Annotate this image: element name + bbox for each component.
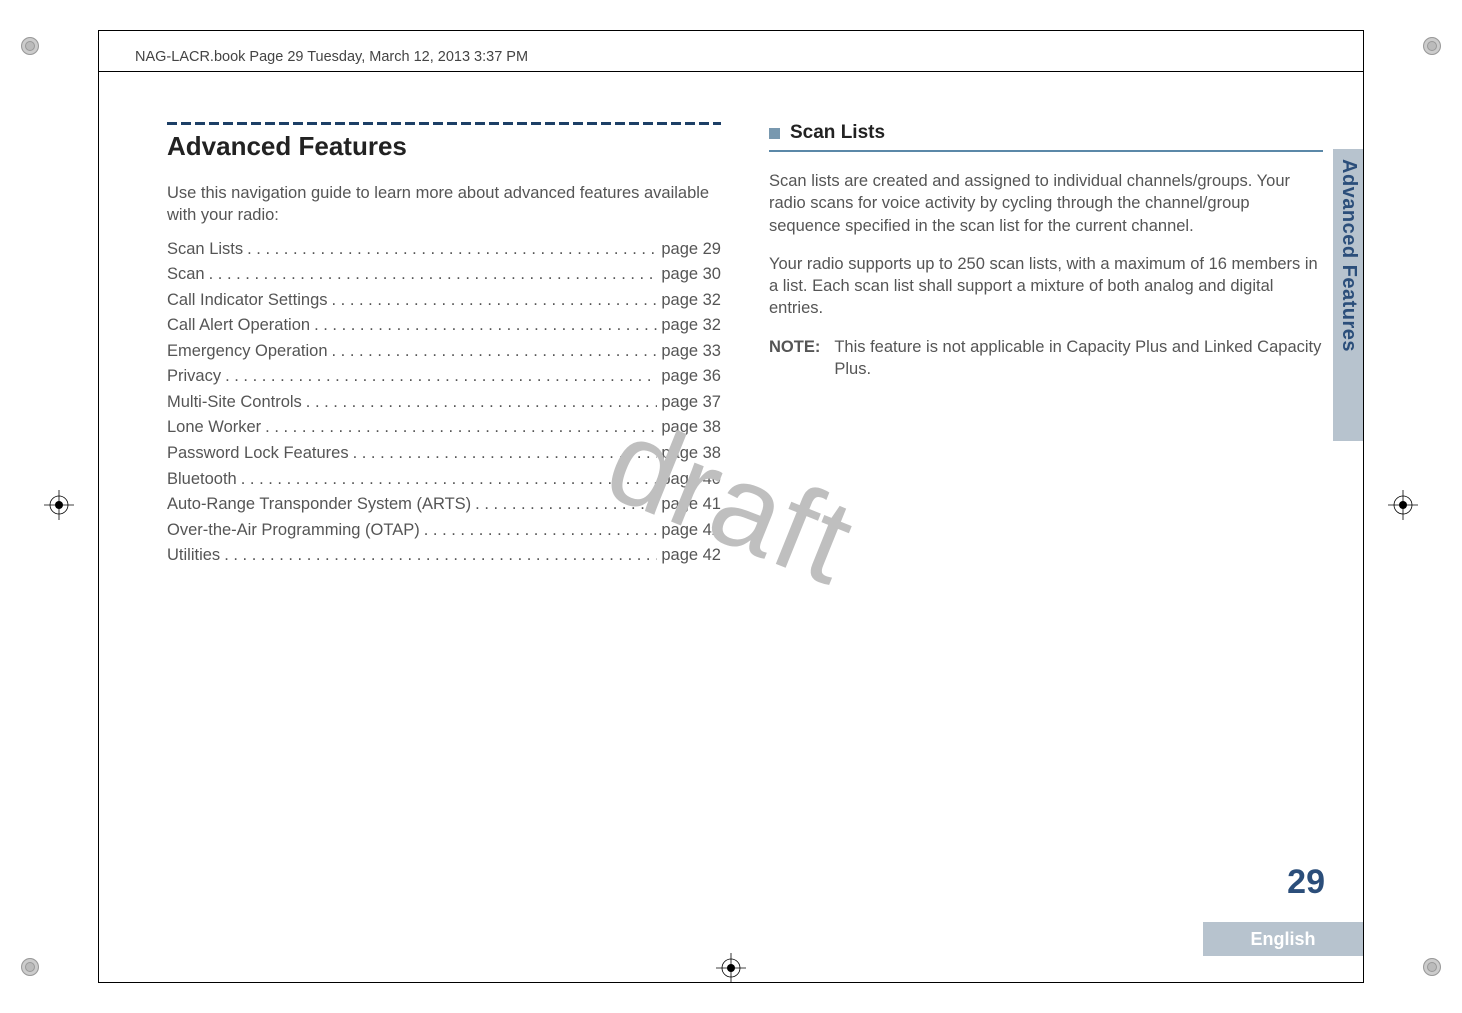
toc-page[interactable]: page 38: [661, 441, 721, 467]
registration-mark-icon: [44, 490, 74, 520]
toc-row: Utilities page 42: [167, 543, 721, 569]
toc-label[interactable]: Lone Worker: [167, 415, 261, 441]
toc-page[interactable]: page 41: [661, 492, 721, 518]
toc-leader-dots: [424, 518, 658, 544]
right-column: Scan Lists Scan lists are created and as…: [769, 122, 1323, 569]
toc-label[interactable]: Privacy: [167, 364, 221, 390]
toc-leader-dots: [265, 415, 657, 441]
toc-row: Auto-Range Transponder System (ARTS) page…: [167, 492, 721, 518]
side-tab-label: Advanced Features: [1336, 159, 1360, 439]
toc-row: Multi-Site Controls page 37: [167, 390, 721, 416]
toc-row: Privacy page 36: [167, 364, 721, 390]
toc-row: Over-the-Air Programming (OTAP) page 42: [167, 518, 721, 544]
toc-page[interactable]: page 32: [661, 288, 721, 314]
page-header: NAG-LACR.book Page 29 Tuesday, March 12,…: [99, 31, 1363, 71]
section-paragraph: Your radio supports up to 250 scan lists…: [769, 253, 1323, 320]
section-rule: [769, 150, 1323, 152]
toc-leader-dots: [332, 288, 658, 314]
toc-page[interactable]: page 37: [661, 390, 721, 416]
toc-page[interactable]: page 42: [661, 543, 721, 569]
toc-row: Call Alert Operation page 32: [167, 313, 721, 339]
toc-page[interactable]: page 36: [661, 364, 721, 390]
intro-text: Use this navigation guide to learn more …: [167, 182, 721, 227]
left-column: Advanced Features Use this navigation gu…: [167, 122, 721, 569]
toc-row: Call Indicator Settings page 32: [167, 288, 721, 314]
toc-leader-dots: [225, 364, 657, 390]
section-heading: Scan Lists: [769, 122, 1323, 144]
crop-mark-icon: [1422, 957, 1442, 977]
toc-leader-dots: [224, 543, 657, 569]
section-title: Scan Lists: [790, 122, 885, 144]
registration-mark-icon: [1388, 490, 1418, 520]
toc-label[interactable]: Password Lock Features: [167, 441, 349, 467]
toc-page[interactable]: page 33: [661, 339, 721, 365]
toc-label[interactable]: Emergency Operation: [167, 339, 328, 365]
toc-leader-dots: [241, 467, 658, 493]
toc-label[interactable]: Call Indicator Settings: [167, 288, 328, 314]
toc-label[interactable]: Auto-Range Transponder System (ARTS): [167, 492, 471, 518]
language-bar: English: [1203, 922, 1363, 956]
toc-label[interactable]: Scan Lists: [167, 237, 243, 263]
crop-mark-icon: [20, 36, 40, 56]
chapter-dash-rule: [167, 122, 721, 125]
note-body: This feature is not applicable in Capaci…: [834, 336, 1323, 381]
toc-leader-dots: [247, 237, 657, 263]
toc-page[interactable]: page 30: [661, 262, 721, 288]
toc-leader-dots: [332, 339, 658, 365]
toc-row: Bluetooth page 40: [167, 467, 721, 493]
toc-label[interactable]: Multi-Site Controls: [167, 390, 302, 416]
toc-row: Password Lock Features page 38: [167, 441, 721, 467]
chapter-title: Advanced Features: [167, 131, 721, 162]
crop-mark-icon: [1422, 36, 1442, 56]
toc-row: Lone Worker page 38: [167, 415, 721, 441]
toc-label[interactable]: Bluetooth: [167, 467, 237, 493]
note-label: NOTE:: [769, 336, 820, 381]
toc-label[interactable]: Utilities: [167, 543, 220, 569]
page-number: 29: [1287, 863, 1325, 902]
toc-row: Emergency Operation page 33: [167, 339, 721, 365]
toc-leader-dots: [306, 390, 658, 416]
crop-mark-icon: [20, 957, 40, 977]
toc-label[interactable]: Call Alert Operation: [167, 313, 310, 339]
section-paragraph: Scan lists are created and assigned to i…: [769, 170, 1323, 237]
toc-leader-dots: [353, 441, 658, 467]
toc-row: Scan Lists page 29: [167, 237, 721, 263]
page-frame: NAG-LACR.book Page 29 Tuesday, March 12,…: [98, 30, 1364, 983]
note: NOTE: This feature is not applicable in …: [769, 336, 1323, 381]
toc-page[interactable]: page 40: [661, 467, 721, 493]
toc-leader-dots: [475, 492, 657, 518]
toc-label[interactable]: Scan: [167, 262, 205, 288]
table-of-contents: Scan Listspage 29Scanpage 30Call Indicat…: [167, 237, 721, 569]
toc-leader-dots: [209, 262, 658, 288]
toc-page[interactable]: page 38: [661, 415, 721, 441]
section-bullet-icon: [769, 128, 780, 139]
toc-leader-dots: [314, 313, 657, 339]
toc-page[interactable]: page 29: [661, 237, 721, 263]
toc-row: Scan page 30: [167, 262, 721, 288]
toc-page[interactable]: page 32: [661, 313, 721, 339]
toc-label[interactable]: Over-the-Air Programming (OTAP): [167, 518, 420, 544]
toc-page[interactable]: page 42: [661, 518, 721, 544]
